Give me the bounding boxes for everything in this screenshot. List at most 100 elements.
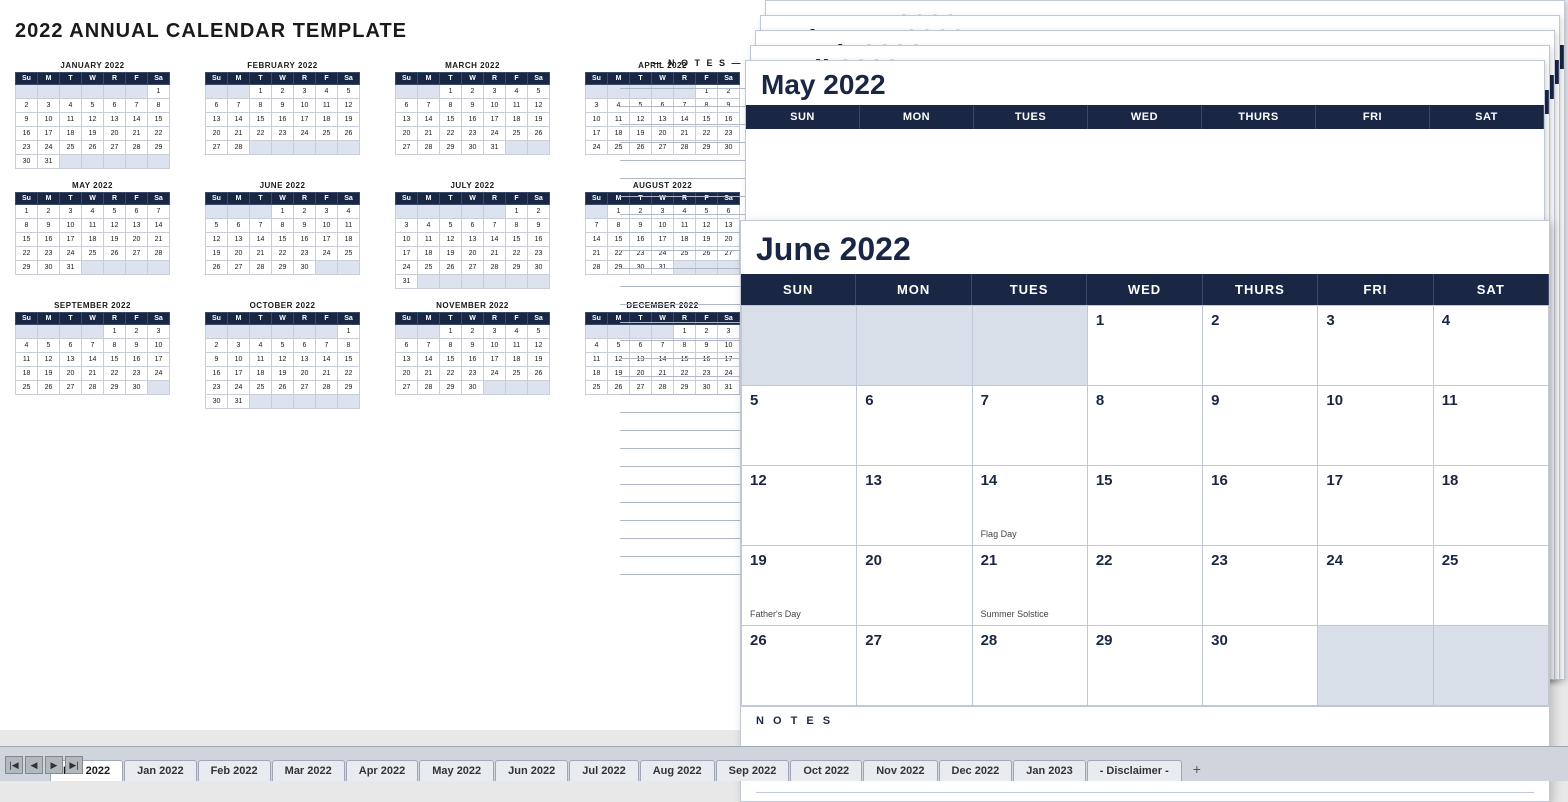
mini-cal-day: 23 xyxy=(38,247,60,261)
mini-cal-november-2022: NOVEMBER 2022SuMTWRFSa123456789101112131… xyxy=(395,301,550,409)
sheet-tab-mar-2022[interactable]: Mar 2022 xyxy=(272,760,345,781)
mini-cal-day: 4 xyxy=(316,85,338,99)
mini-cal-day: 5 xyxy=(272,339,294,353)
june-cell: 7 xyxy=(973,386,1088,466)
col-fri: FRI xyxy=(1316,105,1430,129)
mini-cal-header: M xyxy=(228,73,250,85)
mini-cal-day: 11 xyxy=(16,353,38,367)
mini-cal-day xyxy=(338,395,360,409)
mini-cal-day: 31 xyxy=(60,261,82,275)
mini-cal-day: 18 xyxy=(250,367,272,381)
mini-cal-day xyxy=(126,261,148,275)
mini-cal-day: 7 xyxy=(316,339,338,353)
mini-cal-day: 5 xyxy=(528,85,550,99)
sheet-tab-apr-2022[interactable]: Apr 2022 xyxy=(346,760,418,781)
tab-nav-last[interactable]: ▶| xyxy=(65,756,83,774)
mini-cal-day: 6 xyxy=(396,99,418,113)
mini-cal-day: 29 xyxy=(16,261,38,275)
sheet-tab-feb-2022[interactable]: Feb 2022 xyxy=(198,760,271,781)
june-col-header: THURS xyxy=(1203,274,1318,305)
mini-cal-day: 28 xyxy=(484,261,506,275)
sheet-tab-jul-2022[interactable]: Jul 2022 xyxy=(569,760,638,781)
mini-cal-day xyxy=(462,205,484,219)
stacked-panels: January 2022 SUN MON TUES WED THURS FRI … xyxy=(740,0,1568,730)
june-day-number: 23 xyxy=(1211,552,1309,569)
mini-cal-header: F xyxy=(316,73,338,85)
mini-cal-day: 1 xyxy=(440,85,462,99)
mini-cal-header: R xyxy=(484,73,506,85)
mini-cal-day: 2 xyxy=(528,205,550,219)
mini-cal-day: 21 xyxy=(126,127,148,141)
mini-cal-header: R xyxy=(484,313,506,325)
mini-cal-day: 6 xyxy=(396,339,418,353)
mini-cal-header: Sa xyxy=(528,193,550,205)
sheet-tab---disclaimer--[interactable]: - Disclaimer - xyxy=(1087,760,1182,781)
tab-nav[interactable]: |◀ ◀ ▶ ▶| xyxy=(5,756,83,774)
sheet-tab-oct-2022[interactable]: Oct 2022 xyxy=(790,760,862,781)
mini-cal-header: R xyxy=(294,73,316,85)
mini-cal-day: 21 xyxy=(316,367,338,381)
mini-cal-day: 14 xyxy=(484,233,506,247)
mini-cal-day xyxy=(528,275,550,289)
mini-cal-day: 29 xyxy=(148,141,170,155)
mini-cal-day: 9 xyxy=(272,99,294,113)
mini-cal-title: MAY 2022 xyxy=(15,181,170,190)
mini-cal-day xyxy=(506,381,528,395)
sheet-tab-dec-2022[interactable]: Dec 2022 xyxy=(939,760,1013,781)
mini-cal-day: 11 xyxy=(250,353,272,367)
sheet-tab-jan-2022[interactable]: Jan 2022 xyxy=(124,760,196,781)
mini-cal-day xyxy=(60,85,82,99)
mini-cal-header: F xyxy=(506,313,528,325)
mini-cal-day: 30 xyxy=(38,261,60,275)
mini-cal-day: 27 xyxy=(206,141,228,155)
mini-cal-day: 28 xyxy=(228,141,250,155)
mini-cal-day xyxy=(250,395,272,409)
mini-cal-header: W xyxy=(272,193,294,205)
mini-cal-day: 26 xyxy=(528,367,550,381)
mini-cal-day: 22 xyxy=(506,247,528,261)
mini-cal-day xyxy=(396,205,418,219)
mini-cal-day: 4 xyxy=(418,219,440,233)
mini-cal-day: 16 xyxy=(528,233,550,247)
mini-cal-header: T xyxy=(60,193,82,205)
sheet-tab-jun-2022[interactable]: Jun 2022 xyxy=(495,760,568,781)
mini-cal-header: T xyxy=(60,313,82,325)
mini-cal-day: 16 xyxy=(38,233,60,247)
mini-cal-day: 9 xyxy=(38,219,60,233)
sheet-tab-jan-2023[interactable]: Jan 2023 xyxy=(1013,760,1085,781)
mini-cal-day: 22 xyxy=(104,367,126,381)
tab-add-button[interactable]: + xyxy=(1185,757,1209,781)
tab-nav-first[interactable]: |◀ xyxy=(5,756,23,774)
mini-cal-day: 22 xyxy=(338,367,360,381)
sheet-tab-may-2022[interactable]: May 2022 xyxy=(419,760,494,781)
mini-cal-day: 24 xyxy=(484,127,506,141)
mini-cal-day: 20 xyxy=(462,247,484,261)
mini-cal-day: 20 xyxy=(60,367,82,381)
mini-cal-day: 7 xyxy=(126,99,148,113)
mini-cal-day: 19 xyxy=(38,367,60,381)
mini-cal-day: 12 xyxy=(272,353,294,367)
mini-cal-header: Su xyxy=(16,73,38,85)
mini-cal-day xyxy=(148,155,170,169)
col-sun: SUN xyxy=(746,105,860,129)
june-cell: 30 xyxy=(1203,626,1318,706)
mini-cal-day: 7 xyxy=(228,99,250,113)
mini-cal-day xyxy=(316,395,338,409)
mini-cal-day: 30 xyxy=(16,155,38,169)
sheet-tab-nov-2022[interactable]: Nov 2022 xyxy=(863,760,937,781)
sheet-tab-sep-2022[interactable]: Sep 2022 xyxy=(716,760,790,781)
june-cell: 4 xyxy=(1434,306,1549,386)
mini-cal-day: 22 xyxy=(440,367,462,381)
june-event: Father's Day xyxy=(750,609,801,619)
mini-cal-day: 10 xyxy=(60,219,82,233)
june-event: Summer Solstice xyxy=(981,609,1049,619)
mini-cal-day xyxy=(418,205,440,219)
mini-cal-day: 10 xyxy=(38,113,60,127)
mini-cal-day: 2 xyxy=(206,339,228,353)
mini-cal-day: 18 xyxy=(338,233,360,247)
sheet-tab-aug-2022[interactable]: Aug 2022 xyxy=(640,760,715,781)
tab-nav-next[interactable]: ▶ xyxy=(45,756,63,774)
mini-cal-header: W xyxy=(272,313,294,325)
mini-cal-day: 21 xyxy=(586,247,608,261)
tab-nav-prev[interactable]: ◀ xyxy=(25,756,43,774)
